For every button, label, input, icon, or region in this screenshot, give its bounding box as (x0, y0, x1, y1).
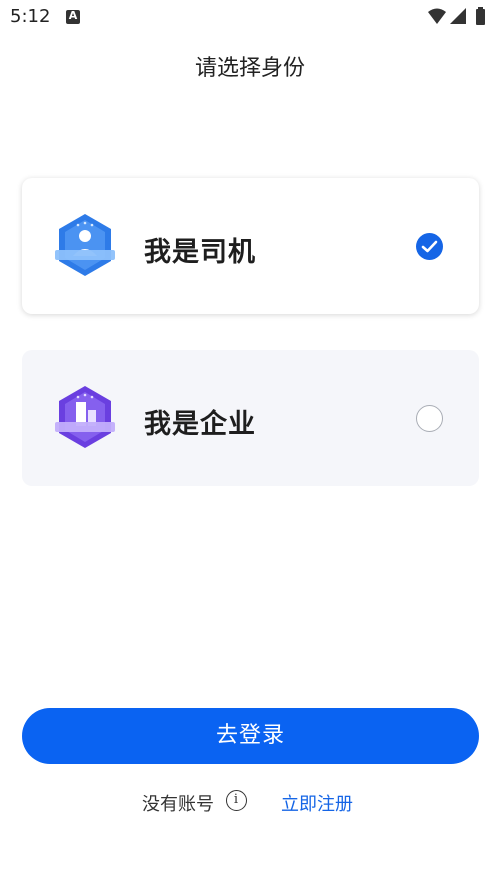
identity-label-company: 我是企业 (144, 409, 256, 440)
status-bar: 5:12 A (0, 0, 500, 34)
driver-badge-icon (52, 212, 118, 280)
page-title: 请选择身份 (194, 56, 305, 81)
register-link[interactable]: 立即注册 (281, 790, 353, 816)
radio-unchecked-company[interactable] (416, 405, 443, 432)
wifi-icon (428, 8, 446, 24)
company-badge-icon (52, 384, 118, 452)
radio-checked-driver[interactable] (416, 233, 443, 260)
identity-card-driver[interactable]: 我是司机 (22, 178, 479, 314)
login-button[interactable]: 去登录 (22, 708, 479, 764)
identity-card-company[interactable]: 我是企业 (22, 350, 479, 486)
status-time: 5:12 (10, 6, 51, 27)
a-notification-icon: A (66, 9, 80, 24)
status-right-icons (426, 6, 492, 28)
identity-label-driver: 我是司机 (144, 237, 256, 268)
info-icon[interactable]: i (226, 790, 247, 811)
no-account-label: 没有账号 (142, 794, 214, 815)
battery-icon (476, 7, 485, 25)
register-row: 没有账号 i 立即注册 (0, 788, 500, 816)
signal-icon (450, 8, 466, 24)
check-icon (421, 240, 438, 253)
